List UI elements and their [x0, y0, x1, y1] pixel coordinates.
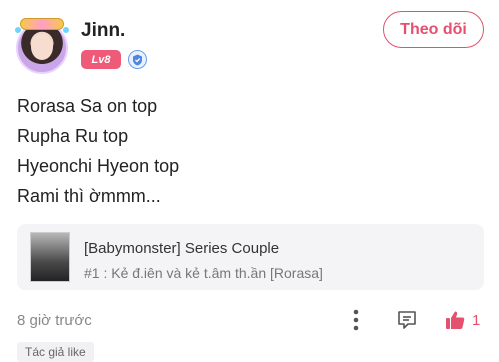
- avatar-face: [31, 34, 53, 60]
- post-content-line: Rorasa Sa on top: [17, 96, 158, 116]
- series-cover-image: [30, 232, 70, 282]
- avatar-frame-gem: [14, 26, 22, 34]
- avatar-frame-decoration: [20, 18, 64, 30]
- post-content-line: Rami thì ờmmm...: [17, 186, 161, 206]
- series-chapter-subtitle: #1 : Kẻ đ.iên và kẻ t.âm th.ần [Rorasa]: [84, 265, 323, 281]
- like-button[interactable]: 1: [444, 306, 490, 334]
- post-content-line: Hyeonchi Hyeon top: [17, 156, 180, 176]
- verified-shield-icon: [128, 50, 147, 69]
- author-liked-tag: Tác giả like: [17, 342, 94, 362]
- avatar[interactable]: [12, 16, 72, 76]
- comment-button[interactable]: [394, 306, 420, 334]
- post-timestamp: 8 giờ trước: [17, 312, 92, 329]
- username[interactable]: Jinn.: [81, 20, 125, 42]
- thumbs-up-icon: [446, 311, 465, 329]
- more-options-button[interactable]: [346, 306, 366, 334]
- more-vertical-icon: [353, 309, 359, 331]
- post-card: Jinn. Lv8 Theo dõi Rorasa Sa on top Ruph…: [0, 0, 499, 362]
- post-content-line: Rupha Ru top: [17, 126, 129, 146]
- series-title: [Babymonster] Series Couple: [84, 240, 280, 257]
- comment-icon: [398, 311, 416, 329]
- level-badge: Lv8: [81, 50, 121, 69]
- linked-series-card[interactable]: [Babymonster] Series Couple #1 : Kẻ đ.iê…: [17, 224, 484, 290]
- follow-button[interactable]: Theo dõi: [383, 11, 484, 48]
- like-count: 1: [472, 311, 481, 329]
- avatar-frame-gem: [62, 26, 70, 34]
